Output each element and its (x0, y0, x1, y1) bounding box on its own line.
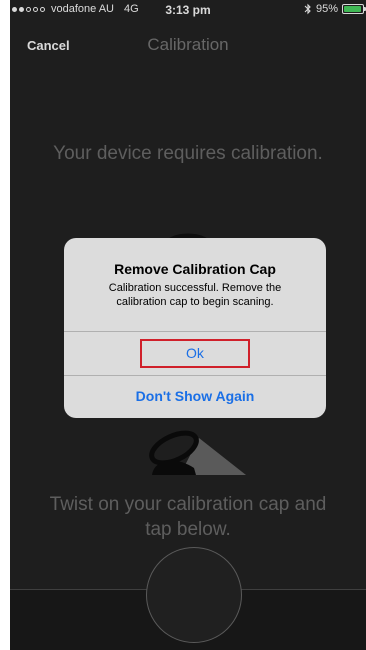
alert-message-line2: calibration cap to begin scaning. (116, 296, 274, 308)
dont-show-again-button[interactable]: Don't Show Again (64, 388, 326, 404)
alert-divider (64, 331, 326, 332)
alert-message: Calibration successful. Remove the calib… (78, 281, 312, 309)
ok-button[interactable]: Ok (140, 339, 250, 368)
alert-title: Remove Calibration Cap (114, 261, 276, 277)
phone-screen: vodafone AU 4G 3:13 pm 95% Cancel Calibr… (10, 0, 366, 650)
alert-divider (64, 375, 326, 376)
alert-message-line1: Calibration successful. Remove the (108, 282, 282, 294)
alert-dialog: Remove Calibration Cap Calibration succe… (64, 238, 326, 418)
